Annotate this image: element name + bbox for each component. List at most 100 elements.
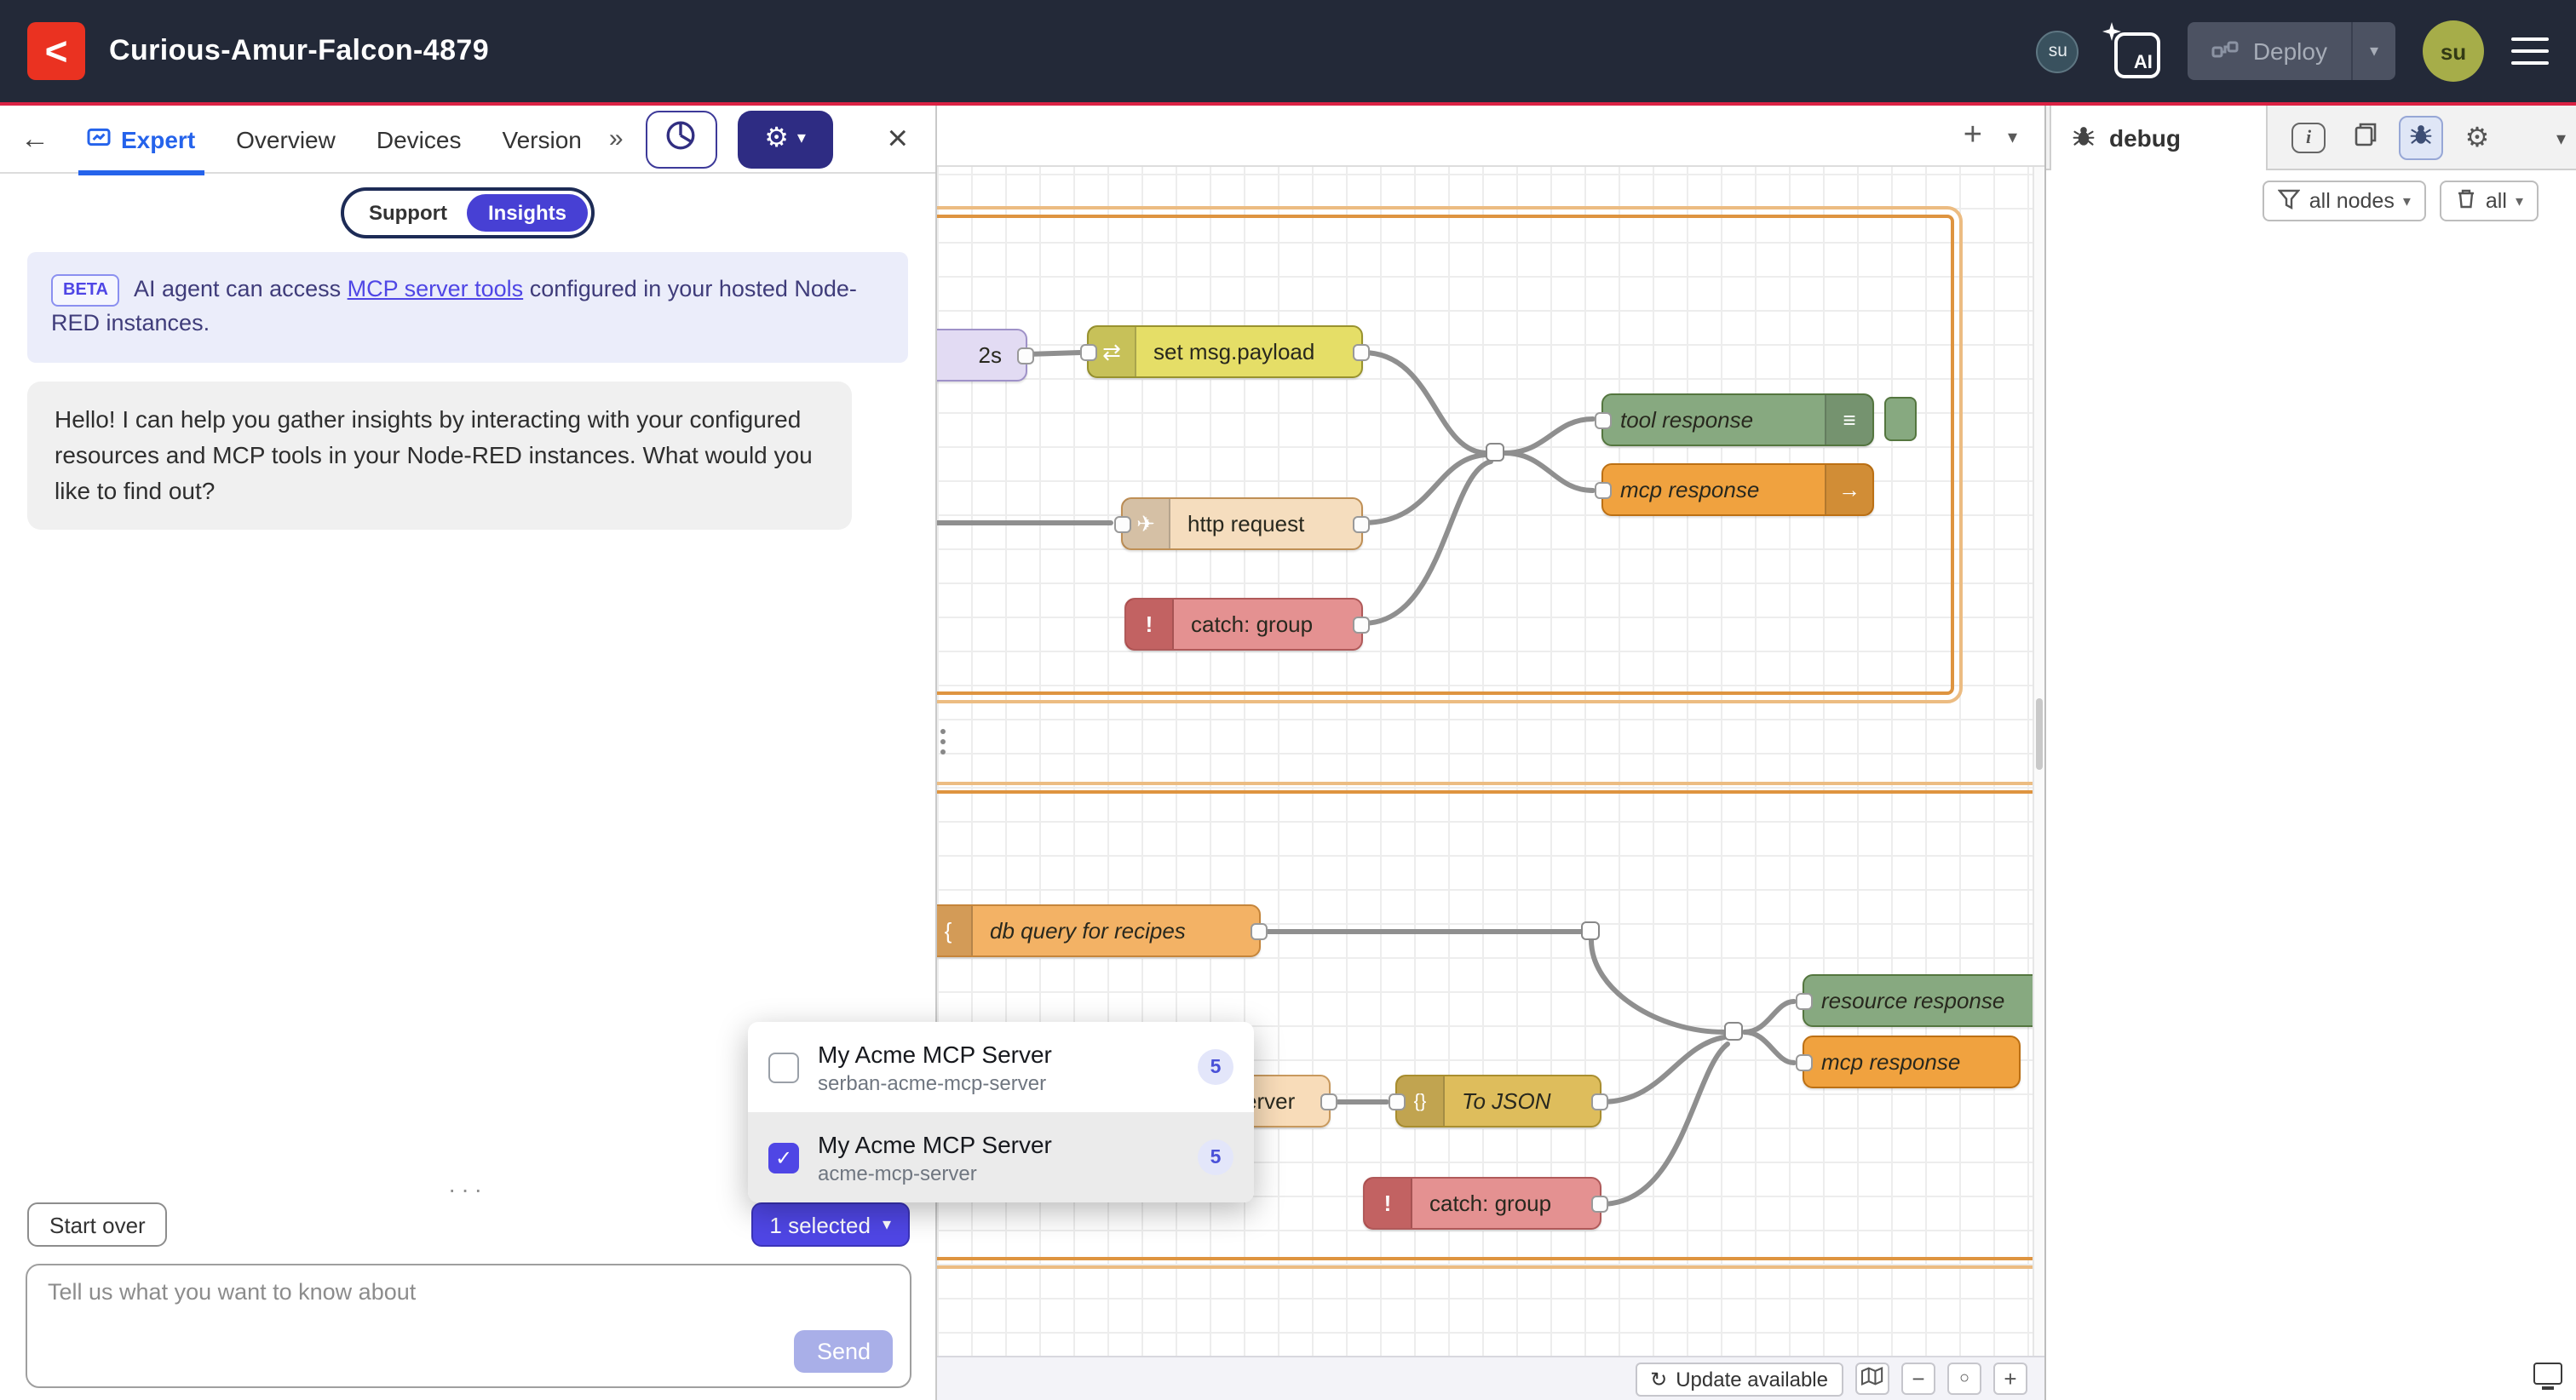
tab-overflow-button[interactable]: » (604, 124, 629, 153)
insights-chart-button[interactable] (646, 110, 717, 168)
chevron-down-icon: ▾ (2403, 192, 2411, 210)
zoom-out-button[interactable]: − (1901, 1363, 1935, 1395)
clear-all-button[interactable]: all ▾ (2440, 181, 2539, 221)
node-catch-group-1[interactable]: ! catch: group (1124, 598, 1363, 651)
node-label: mcp response (1603, 477, 1776, 502)
node-mcp-response-1[interactable]: mcp response → (1601, 463, 1874, 516)
debug-console-icon: ≡ (1825, 395, 1872, 445)
tab-debug[interactable]: debug (2050, 106, 2268, 170)
port-in[interactable] (1595, 411, 1612, 428)
wire[interactable] (1601, 1037, 1724, 1102)
port-in[interactable] (1796, 1053, 1813, 1070)
tab-overview[interactable]: Overview (217, 105, 354, 173)
checkbox-unchecked[interactable] (768, 1052, 799, 1082)
port-in[interactable] (1595, 481, 1612, 498)
add-flow-button[interactable]: + (1964, 118, 1982, 155)
node-db-query[interactable]: { db query for recipes (937, 904, 1261, 957)
flow-list-button[interactable]: ▾ (2008, 125, 2017, 147)
port-out[interactable] (1353, 515, 1370, 532)
info-button[interactable]: i (2286, 116, 2331, 160)
deploy-options-button[interactable]: ▾ (2351, 22, 2395, 80)
port-in[interactable] (1389, 1093, 1406, 1110)
wire[interactable] (1745, 1001, 1794, 1032)
node-mcp-response-2[interactable]: mcp response (1803, 1036, 2021, 1088)
menu-button[interactable] (2511, 37, 2549, 66)
port-in[interactable] (1080, 343, 1097, 360)
navigator-map-button[interactable] (1855, 1363, 1889, 1395)
port-out[interactable] (1251, 922, 1268, 939)
node-http-request[interactable]: ✈ http request (1121, 497, 1363, 550)
wire[interactable] (1601, 1044, 1728, 1204)
selected-dropdown-button[interactable]: 1 selected ▾ (750, 1202, 910, 1247)
port-in[interactable] (1114, 515, 1131, 532)
flow-canvas[interactable]: + ▾ 2s ⇄ set (937, 106, 2044, 1400)
wire[interactable] (1363, 455, 1487, 523)
dropdown-item-serban-acme[interactable]: My Acme MCP Server serban-acme-mcp-serve… (748, 1022, 1254, 1112)
port-out[interactable] (1591, 1195, 1608, 1212)
tab-devices[interactable]: Devices (358, 105, 480, 173)
config-button[interactable]: ⚙ (2455, 116, 2499, 160)
context-button[interactable] (2343, 116, 2387, 160)
pages-icon (2352, 121, 2378, 155)
start-over-button[interactable]: Start over (27, 1202, 168, 1247)
close-icon: × (887, 119, 908, 158)
debug-enable-toggle[interactable] (1884, 397, 1917, 441)
chevron-down-icon: ▾ (2556, 129, 2566, 150)
back-button[interactable]: ← (20, 122, 65, 156)
mcp-server-tools-link[interactable]: MCP server tools (348, 276, 524, 301)
update-available-button[interactable]: ↻ Update available (1635, 1362, 1843, 1396)
node-delay-2s[interactable]: 2s (937, 329, 1027, 382)
support-toggle[interactable]: Support (348, 194, 468, 232)
wire[interactable] (1504, 453, 1593, 491)
catch-icon: ! (1365, 1179, 1412, 1228)
tab-version[interactable]: Version (483, 105, 600, 173)
wire-junction[interactable] (1486, 443, 1504, 462)
node-set-msg-payload[interactable]: ⇄ set msg.payload (1087, 325, 1363, 378)
node-tool-response[interactable]: tool response ≡ (1601, 393, 1874, 446)
wire[interactable] (1504, 419, 1593, 453)
wire[interactable] (1363, 462, 1491, 623)
node-to-json[interactable]: {} To JSON (1395, 1075, 1601, 1127)
user-avatar[interactable]: su (2423, 20, 2484, 82)
settings-dropdown-button[interactable]: ⚙ ▾ (738, 110, 833, 168)
debug-button[interactable] (2399, 116, 2443, 160)
deploy-button[interactable]: Deploy (2188, 22, 2351, 80)
gear-icon: ⚙ (2465, 121, 2490, 155)
wire-junction[interactable] (1724, 1022, 1743, 1041)
insights-toggle[interactable]: Insights (468, 194, 587, 232)
wire[interactable] (1027, 353, 1080, 354)
ai-assistant-button[interactable]: AI (2107, 24, 2161, 78)
tab-label: Devices (377, 125, 462, 152)
dropdown-item-text: My Acme MCP Server acme-mcp-server (818, 1130, 1052, 1185)
app-root: < Curious-Amur-Falcon-4879 su AI Deploy … (0, 0, 2576, 1400)
filter-nodes-button[interactable]: all nodes ▾ (2263, 181, 2426, 221)
checkbox-checked[interactable]: ✓ (768, 1142, 799, 1173)
port-out[interactable] (1591, 1093, 1608, 1110)
presence-avatar[interactable]: su (2037, 30, 2079, 72)
wire[interactable] (1745, 1032, 1794, 1063)
flowfuse-logo[interactable]: < (27, 22, 85, 80)
port-in[interactable] (1796, 992, 1813, 1009)
open-debug-window-button[interactable] (2533, 1363, 2562, 1385)
tab-label: Version (502, 125, 581, 152)
wire[interactable] (1363, 353, 1487, 453)
port-out[interactable] (1017, 347, 1034, 364)
port-out[interactable] (1353, 343, 1370, 360)
zoom-in-button[interactable]: + (1993, 1363, 2027, 1395)
scrollbar-thumb[interactable] (2036, 698, 2043, 770)
message-input[interactable] (48, 1279, 889, 1337)
tab-expert[interactable]: Expert (68, 105, 214, 173)
zoom-reset-button[interactable]: ○ (1947, 1363, 1981, 1395)
wire[interactable] (1591, 940, 1724, 1032)
dropdown-item-acme[interactable]: ✓ My Acme MCP Server acme-mcp-server 5 (748, 1112, 1254, 1202)
wire-junction[interactable] (1581, 921, 1600, 940)
sidebar-options-button[interactable]: ▾ (2556, 128, 2566, 150)
node-catch-group-2[interactable]: ! catch: group (1363, 1177, 1601, 1230)
send-button[interactable]: Send (795, 1330, 893, 1373)
port-out[interactable] (1353, 616, 1370, 633)
port-out[interactable] (1320, 1093, 1337, 1110)
canvas-scrollbar[interactable] (2033, 167, 2044, 1356)
palette-resize-handle[interactable] (940, 729, 946, 755)
node-resource-response[interactable]: resource response (1803, 974, 2044, 1027)
close-panel-button[interactable]: × (880, 121, 915, 157)
